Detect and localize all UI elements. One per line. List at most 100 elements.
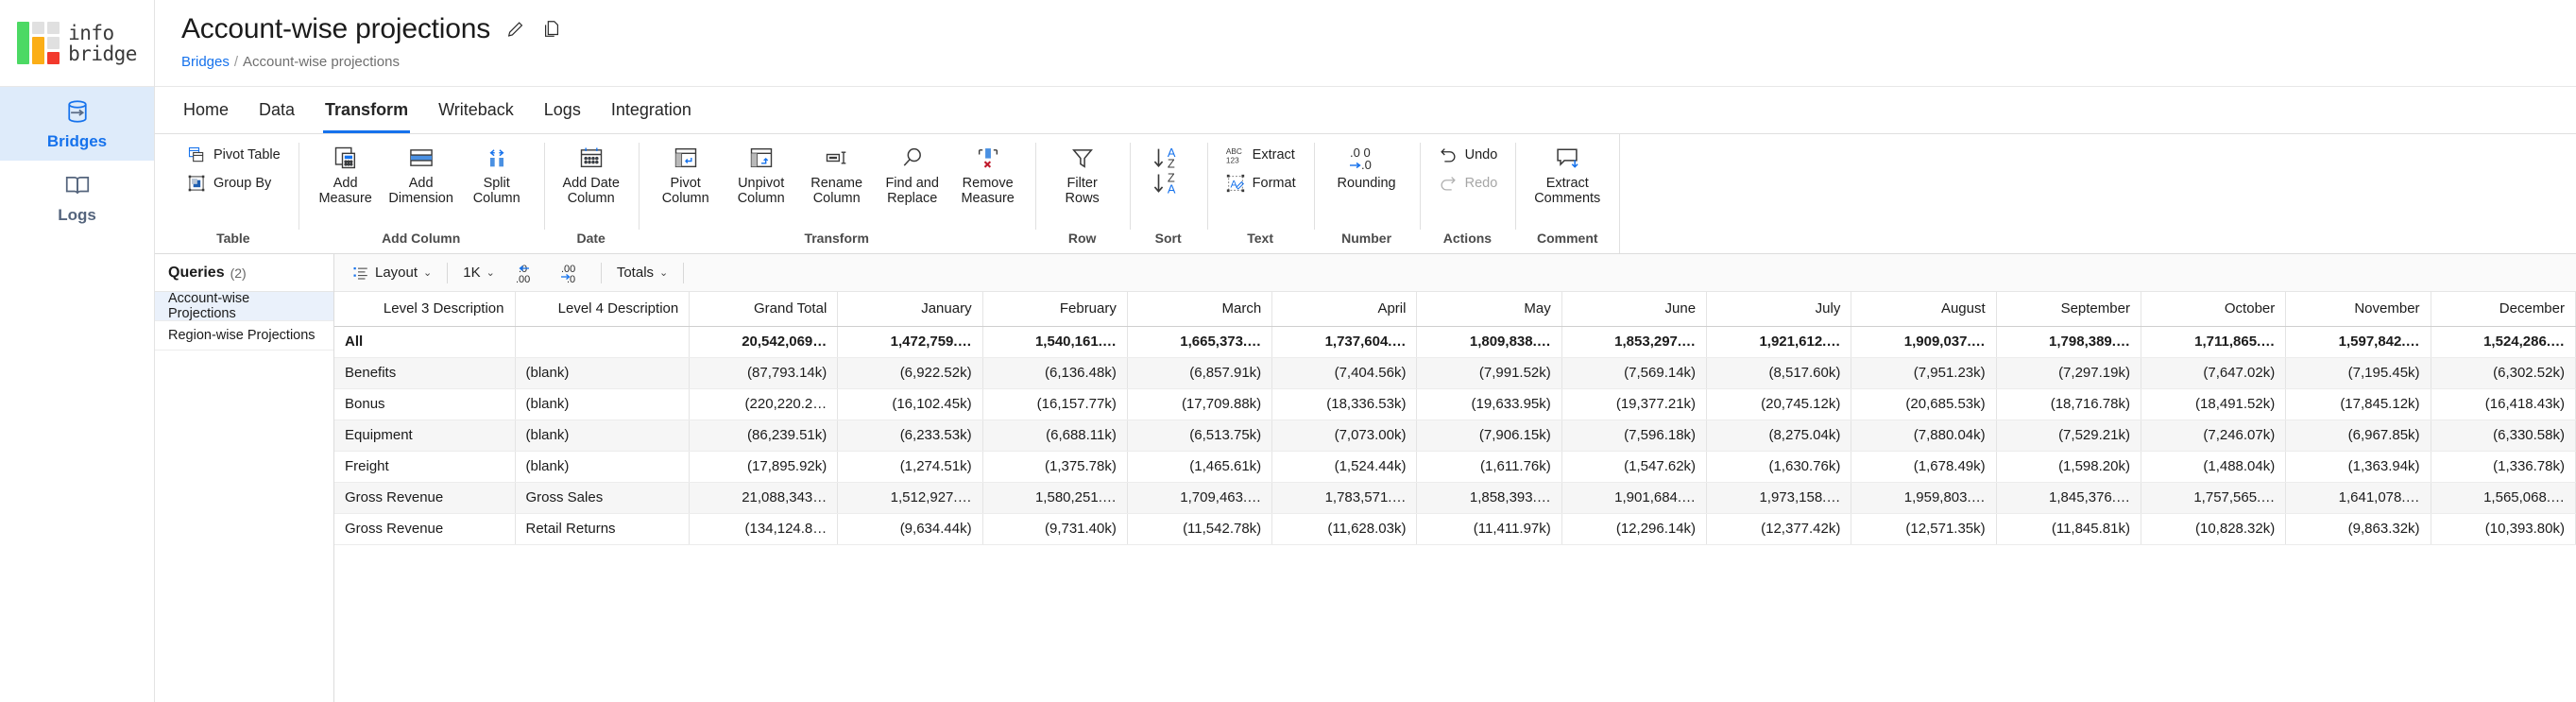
tab-home[interactable]: Home	[181, 87, 230, 133]
title-bar: Account-wise projections Bridges / Account…	[155, 0, 2576, 87]
column-header-april[interactable]: April	[1271, 292, 1418, 327]
column-header-september[interactable]: September	[1996, 292, 2141, 327]
tab-logs[interactable]: Logs	[542, 87, 583, 133]
cell-may: (11,411.97k)	[1416, 513, 1562, 545]
grid-scroll-container[interactable]: Level 3 Description Level 4 Description …	[334, 292, 2576, 702]
cell-april: 1,737,604.…	[1271, 326, 1418, 358]
tab-data[interactable]: Data	[257, 87, 297, 133]
filter-rows-button[interactable]: Filter Rows	[1048, 140, 1117, 210]
totals-button[interactable]: Totals ⌄	[608, 261, 676, 284]
search-icon	[899, 144, 926, 172]
cell-level4: Gross Sales	[515, 482, 691, 514]
column-header-june[interactable]: June	[1561, 292, 1708, 327]
remove-measure-icon	[975, 144, 1001, 172]
undo-button[interactable]: Undo	[1432, 142, 1504, 168]
table-row[interactable]: Gross Revenue Retail Returns (134,124.8……	[334, 513, 2576, 545]
page-title: Account-wise projections	[181, 13, 491, 44]
tab-transform[interactable]: Transform	[323, 87, 411, 133]
layout-list-icon	[352, 265, 369, 282]
rounding-button[interactable]: .0 0 .0 Rounding	[1326, 140, 1407, 195]
layout-label: Layout	[375, 265, 418, 281]
cell-december: (1,336.78k)	[2431, 451, 2576, 483]
logo-word-bridge: bridge	[68, 42, 137, 65]
svg-text:Z: Z	[1168, 157, 1175, 171]
table-row[interactable]: Equipment (blank) (86,239.51k) (6,233.53…	[334, 419, 2576, 452]
cell-september: (7,297.19k)	[1996, 357, 2141, 389]
chevron-down-icon: ⌄	[423, 267, 433, 279]
pivot-table-button[interactable]: Pivot Table	[180, 142, 286, 168]
unpivot-column-icon	[748, 144, 775, 172]
table-row[interactable]: All 20,542,069… 1,472,759.… 1,540,161.… …	[334, 326, 2576, 358]
toolbar-divider	[683, 262, 685, 283]
column-header-october[interactable]: October	[2141, 292, 2287, 327]
tab-writeback[interactable]: Writeback	[436, 87, 516, 133]
extract-comments-button[interactable]: Extract Comments	[1527, 140, 1607, 210]
ribbon-group-date: Add Date Column Date	[543, 134, 639, 253]
column-header-january[interactable]: January	[837, 292, 983, 327]
sidebar-item-label: Bridges	[46, 131, 108, 150]
sort-button[interactable]: A Z Z A	[1142, 140, 1195, 202]
column-header-may[interactable]: May	[1416, 292, 1562, 327]
column-header-grand-total[interactable]: Grand Total	[689, 292, 839, 327]
pencil-icon[interactable]	[505, 19, 526, 40]
query-item-region-wise-projections[interactable]: Region-wise Projections	[155, 321, 333, 351]
group-by-button[interactable]: Group By	[180, 170, 286, 197]
ribbon-group-label: Transform	[804, 231, 869, 246]
pivot-column-button[interactable]: Pivot Column	[651, 140, 721, 210]
pivot-table-label: Pivot Table	[213, 147, 281, 163]
format-button[interactable]: A Format	[1220, 170, 1302, 197]
column-header-february[interactable]: February	[982, 292, 1128, 327]
find-and-replace-button[interactable]: Find and Replace	[878, 140, 947, 210]
cell-april: (11,628.03k)	[1271, 513, 1418, 545]
cell-march: 1,665,373.…	[1127, 326, 1273, 358]
add-dimension-button[interactable]: Add Dimension	[386, 140, 456, 210]
ribbon-group-transform: Pivot Column Unpivot Column Rename Colum…	[638, 134, 1035, 253]
remove-measure-label: Remove Measure	[961, 176, 1015, 206]
column-header-march[interactable]: March	[1127, 292, 1273, 327]
layout-button[interactable]: Layout ⌄	[344, 261, 440, 285]
tab-integration[interactable]: Integration	[609, 87, 693, 133]
table-row[interactable]: Freight (blank) (17,895.92k) (1,274.51k)…	[334, 451, 2576, 483]
cell-october: 1,711,865.…	[2141, 326, 2287, 358]
table-row[interactable]: Gross Revenue Gross Sales 21,088,343… 1,…	[334, 482, 2576, 514]
ribbon-group-label: Actions	[1442, 231, 1493, 246]
cell-october: (18,491.52k)	[2141, 388, 2287, 420]
pivot-column-icon	[673, 144, 699, 172]
column-header-level-4-description[interactable]: Level 4 Description	[515, 292, 691, 327]
column-header-december[interactable]: December	[2431, 292, 2576, 327]
cell-level4: Retail Returns	[515, 513, 691, 545]
add-date-column-button[interactable]: Add Date Column	[556, 140, 626, 210]
ribbon-group-label: Sort	[1154, 231, 1182, 246]
add-measure-button[interactable]: Add Measure	[311, 140, 381, 210]
table-row[interactable]: Benefits (blank) (87,793.14k) (6,922.52k…	[334, 357, 2576, 389]
extract-button[interactable]: ABC 123 Extract	[1220, 142, 1302, 168]
table-row[interactable]: Bonus (blank) (220,220.2… (16,102.45k) (…	[334, 388, 2576, 420]
app-root: info bridge Bridges Logs Account-wise pr…	[0, 0, 2576, 702]
queries-header: Queries (2)	[155, 254, 333, 292]
column-header-august[interactable]: August	[1851, 292, 1997, 327]
logo-word-info: info	[68, 21, 114, 44]
column-header-november[interactable]: November	[2285, 292, 2431, 327]
queries-count: (2)	[230, 265, 247, 281]
cell-october: 1,757,565.…	[2141, 482, 2287, 514]
remove-measure-button[interactable]: Remove Measure	[953, 140, 1023, 210]
query-item-account-wise-projections[interactable]: Account-wise Projections	[155, 291, 333, 321]
cell-march: 1,709,463.…	[1127, 482, 1273, 514]
unpivot-column-button[interactable]: Unpivot Column	[726, 140, 796, 210]
cell-level3: Benefits	[334, 357, 516, 389]
increase-decimal-button[interactable]: .00 .0	[549, 258, 594, 288]
column-header-level-3-description[interactable]: Level 3 Description	[334, 292, 516, 327]
rename-column-button[interactable]: Rename Column	[802, 140, 872, 210]
breadcrumb-link-bridges[interactable]: Bridges	[181, 54, 230, 70]
unpivot-column-label: Unpivot Column	[737, 176, 785, 206]
scale-button[interactable]: 1K ⌄	[454, 261, 503, 284]
sidebar-item-logs[interactable]: Logs	[0, 161, 154, 234]
copy-icon[interactable]	[541, 19, 562, 40]
cell-october: (7,246.07k)	[2141, 419, 2287, 452]
split-column-button[interactable]: Split Column	[462, 140, 532, 210]
workspace: Queries (2) Account-wise Projections Reg…	[155, 254, 2576, 702]
sidebar-item-bridges[interactable]: Bridges	[0, 87, 154, 161]
cell-level3: Gross Revenue	[334, 513, 516, 545]
decrease-decimal-button[interactable]: .0 .00	[503, 258, 549, 288]
column-header-july[interactable]: July	[1706, 292, 1852, 327]
